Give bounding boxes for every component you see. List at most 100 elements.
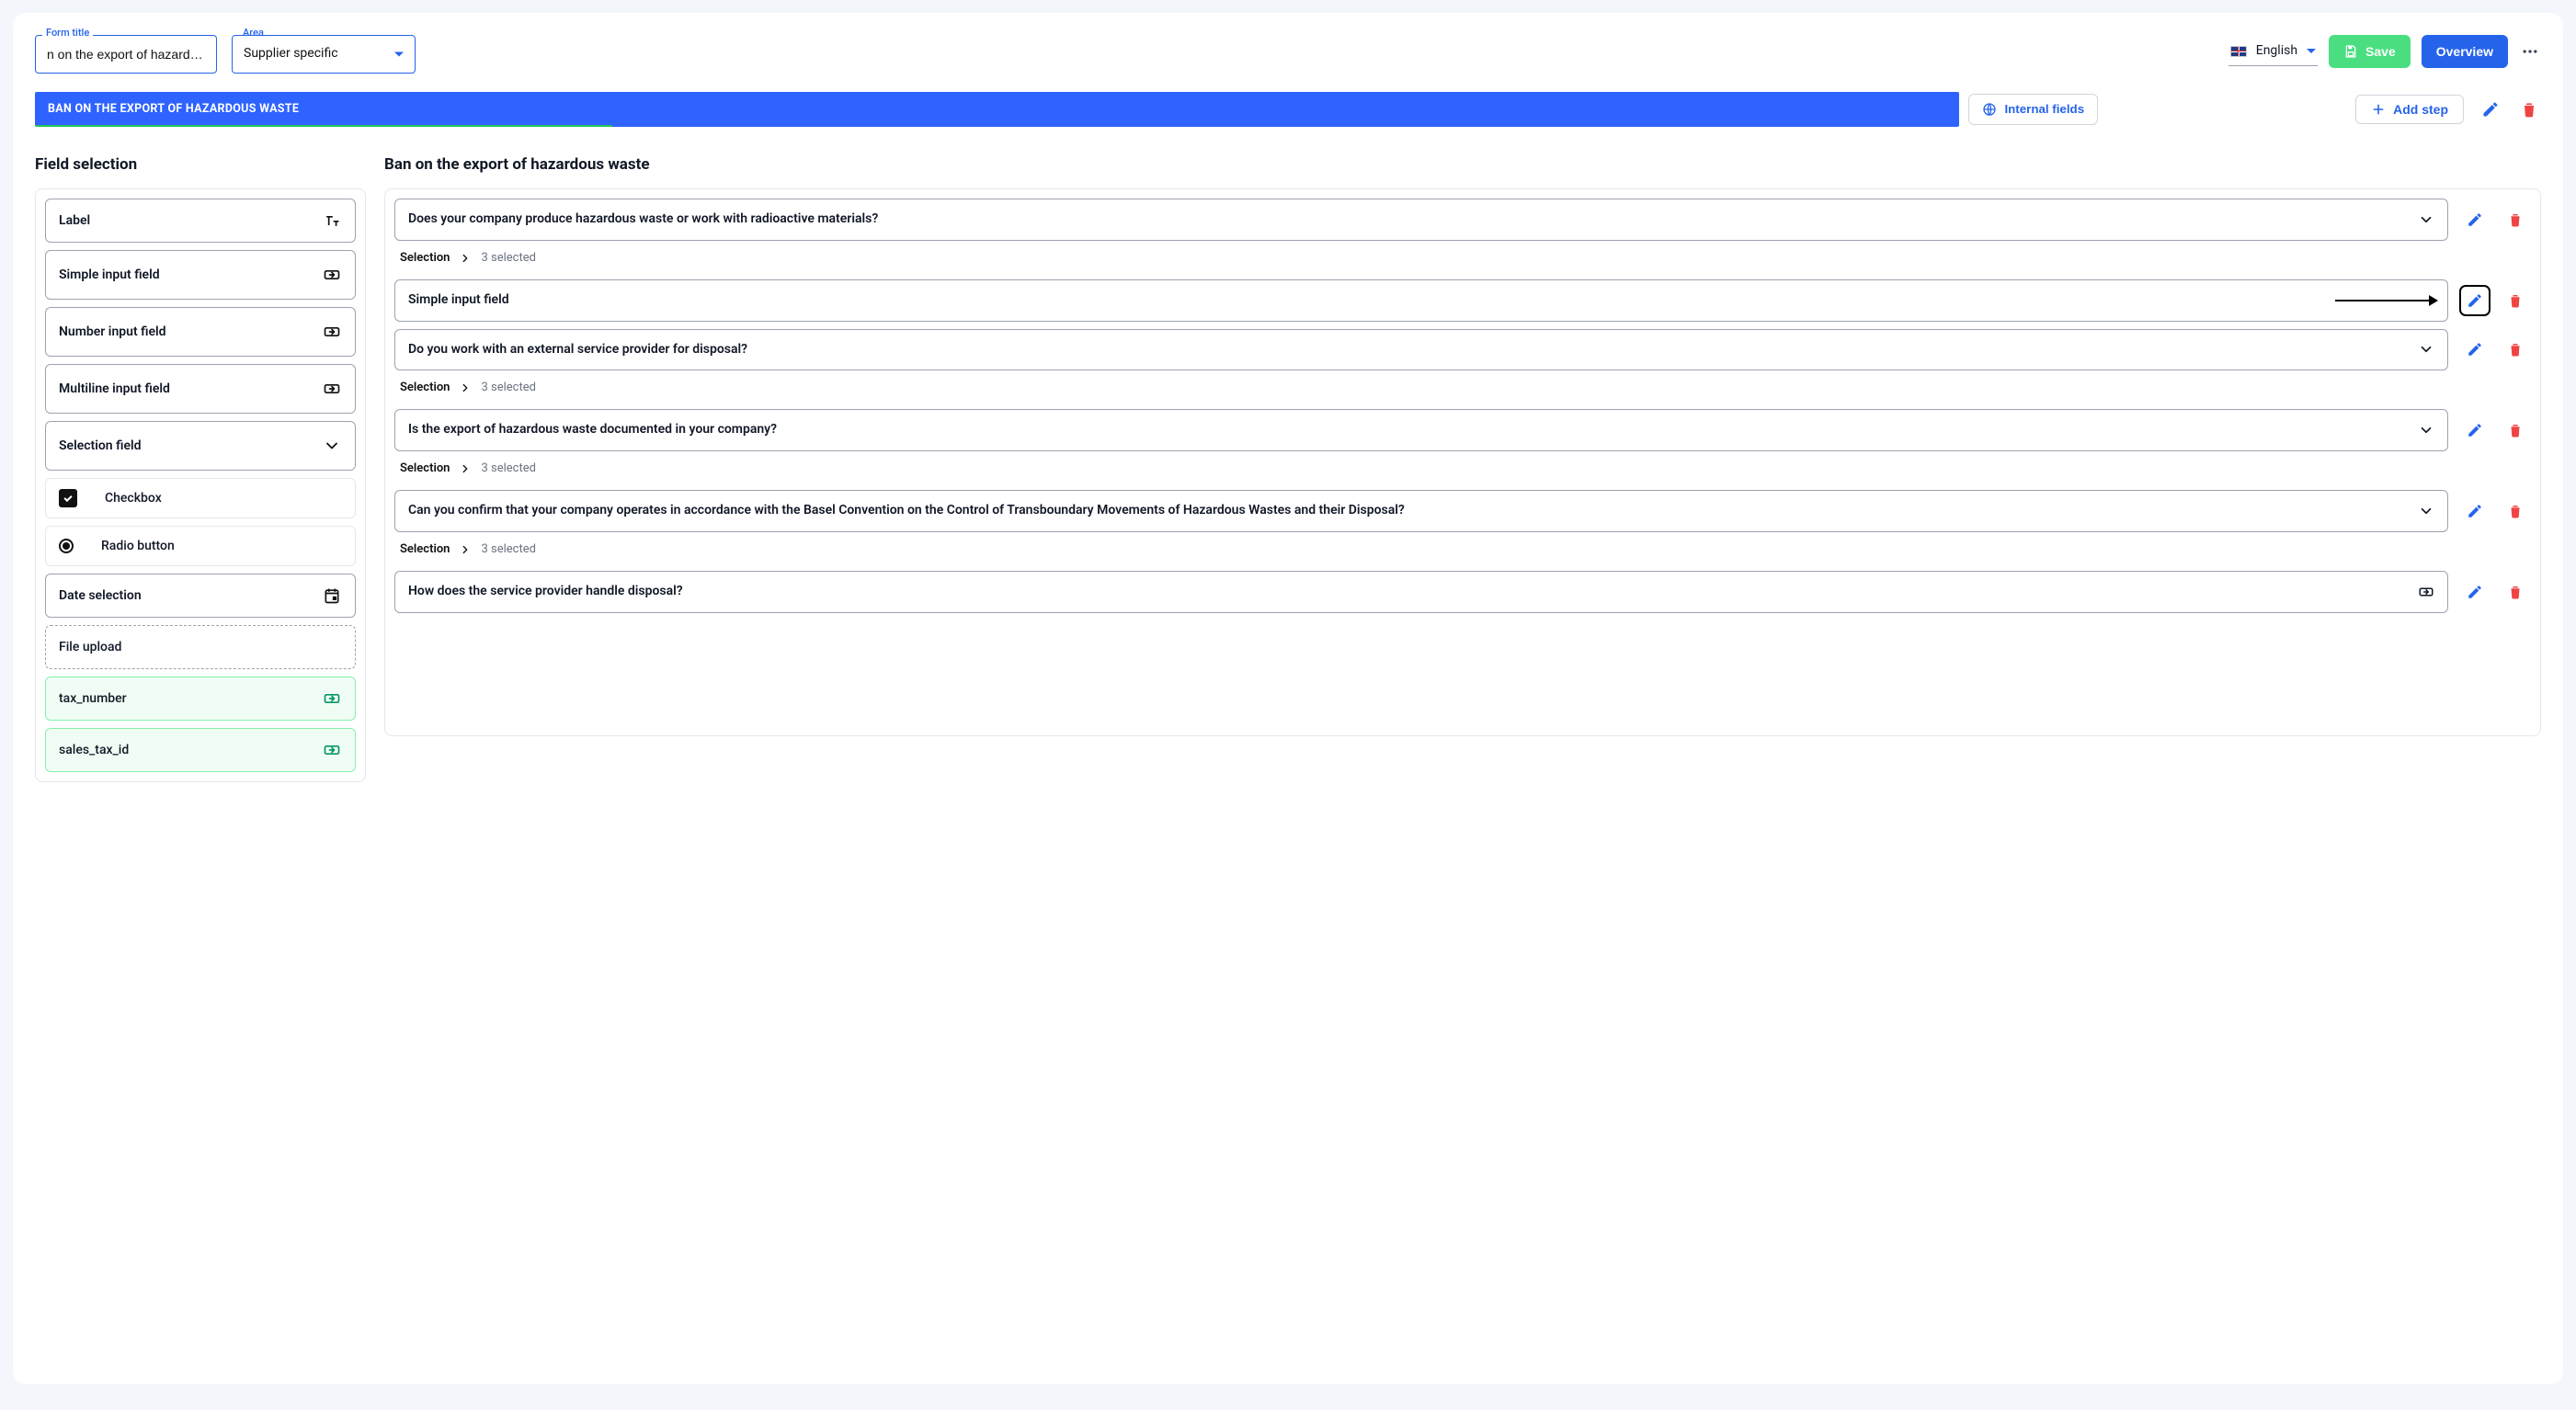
delete-row-button[interactable] — [2503, 499, 2527, 523]
pencil-icon — [2481, 100, 2500, 119]
palette-file-upload[interactable]: File upload — [45, 625, 356, 669]
palette-file-upload-text: File upload — [59, 639, 121, 657]
edit-step-button[interactable] — [2479, 97, 2502, 121]
delete-step-button[interactable] — [2517, 97, 2541, 121]
field-selection-title: Field selection — [35, 154, 366, 176]
step-tab-active[interactable]: BAN ON THE EXPORT OF HAZARDOUS WASTE — [35, 92, 1959, 127]
text-format-icon — [322, 210, 342, 231]
delete-row-button[interactable] — [2503, 337, 2527, 361]
row-meta-kind: Selection — [400, 541, 450, 558]
area-field: Area Supplier specific — [232, 35, 416, 74]
form-section-title: Ban on the export of hazardous waste — [384, 154, 2541, 176]
annotation-arrow — [2335, 300, 2436, 301]
form-row: Do you work with an external service pro… — [394, 329, 2531, 371]
edit-row-button[interactable] — [2463, 208, 2487, 232]
edit-row-button[interactable] — [2463, 580, 2487, 604]
question-box[interactable]: Does your company produce hazardous wast… — [394, 199, 2448, 241]
input-icon — [322, 740, 342, 760]
form-row: How does the service provider handle dis… — [394, 571, 2531, 613]
edit-row-button[interactable] — [2463, 289, 2487, 313]
row-actions — [2463, 279, 2531, 322]
plus-icon — [2371, 102, 2386, 117]
question-text: Can you confirm that your company operat… — [408, 502, 2407, 520]
internal-fields-button[interactable]: Internal fields — [1968, 94, 2098, 125]
row-meta-kind: Selection — [400, 380, 450, 396]
row-meta-kind: Selection — [400, 461, 450, 477]
question-box[interactable]: Simple input field — [394, 279, 2448, 322]
area-select[interactable]: Supplier specific — [232, 35, 416, 74]
question-text: How does the service provider handle dis… — [408, 583, 2407, 601]
input-icon — [322, 379, 342, 399]
palette-multiline-input[interactable]: Multiline input field — [45, 364, 356, 414]
delete-row-button[interactable] — [2503, 418, 2527, 442]
chevron-down-icon — [2307, 49, 2316, 53]
more-menu-button[interactable] — [2519, 40, 2541, 63]
add-step-label: Add step — [2393, 102, 2448, 117]
row-actions — [2463, 199, 2531, 241]
palette-selection-field[interactable]: Selection field — [45, 421, 356, 471]
palette-sales-tax-id[interactable]: sales_tax_id — [45, 728, 356, 772]
form-title-field: Form title — [35, 35, 217, 74]
calendar-icon — [322, 586, 342, 606]
overview-button-label: Overview — [2436, 44, 2493, 59]
question-text: Do you work with an external service pro… — [408, 341, 2407, 359]
row-meta-count: 3 selected — [481, 461, 535, 477]
chevron-down-icon — [2418, 503, 2434, 519]
question-box[interactable]: Do you work with an external service pro… — [394, 329, 2448, 371]
save-button-label: Save — [2365, 44, 2396, 59]
palette-number-input[interactable]: Number input field — [45, 307, 356, 357]
form-editor: Does your company produce hazardous wast… — [384, 188, 2541, 736]
save-button[interactable]: Save — [2329, 35, 2411, 68]
row-meta-count: 3 selected — [481, 541, 535, 558]
palette-label-text: Label — [59, 212, 90, 231]
delete-row-button[interactable] — [2503, 289, 2527, 313]
trash-icon — [2520, 100, 2538, 119]
edit-row-button[interactable] — [2463, 337, 2487, 361]
palette-label[interactable]: Label — [45, 199, 356, 243]
language-label: English — [2256, 42, 2297, 61]
row-meta-count: 3 selected — [481, 380, 535, 396]
palette-date-selection[interactable]: Date selection — [45, 574, 356, 618]
overview-button[interactable]: Overview — [2422, 35, 2508, 68]
input-icon — [322, 265, 342, 285]
palette-tax-number[interactable]: tax_number — [45, 677, 356, 721]
row-meta-kind: Selection — [400, 250, 450, 267]
question-box[interactable]: Is the export of hazardous waste documen… — [394, 409, 2448, 451]
question-text: Simple input field — [408, 291, 2407, 310]
delete-row-button[interactable] — [2503, 208, 2527, 232]
delete-row-button[interactable] — [2503, 580, 2527, 604]
palette-checkbox[interactable]: Checkbox — [45, 478, 356, 518]
row-meta-count: 3 selected — [481, 250, 535, 267]
row-actions — [2463, 490, 2531, 532]
palette-simple-input[interactable]: Simple input field — [45, 250, 356, 300]
question-box[interactable]: Can you confirm that your company operat… — [394, 490, 2448, 532]
palette-checkbox-text: Checkbox — [105, 490, 162, 508]
edit-row-button[interactable] — [2463, 499, 2487, 523]
flag-uk-icon — [2230, 46, 2247, 57]
row-actions — [2463, 409, 2531, 451]
input-icon — [2418, 584, 2434, 600]
globe-icon — [1982, 102, 1997, 117]
question-box[interactable]: How does the service provider handle dis… — [394, 571, 2448, 613]
field-palette: Label Simple input field Number input fi… — [35, 188, 366, 782]
more-horizontal-icon — [2521, 42, 2539, 61]
row-meta: Selection 3 selected — [394, 378, 2531, 402]
radio-icon — [59, 539, 74, 553]
question-text: Does your company produce hazardous wast… — [408, 210, 2407, 229]
row-actions — [2463, 329, 2531, 371]
language-selector[interactable]: English — [2228, 37, 2318, 67]
edit-row-button[interactable] — [2463, 418, 2487, 442]
chevron-right-icon — [459, 381, 472, 394]
form-title-input[interactable] — [35, 35, 217, 74]
chevron-right-icon — [459, 543, 472, 556]
chevron-down-icon — [322, 436, 342, 456]
row-meta: Selection 3 selected — [394, 248, 2531, 272]
add-step-button[interactable]: Add step — [2355, 95, 2464, 124]
row-meta: Selection 3 selected — [394, 459, 2531, 483]
palette-radio[interactable]: Radio button — [45, 526, 356, 566]
chevron-right-icon — [459, 252, 472, 265]
palette-tax-number-text: tax_number — [59, 690, 127, 709]
chevron-right-icon — [459, 462, 472, 475]
input-icon — [322, 322, 342, 342]
checkbox-icon — [59, 489, 77, 507]
